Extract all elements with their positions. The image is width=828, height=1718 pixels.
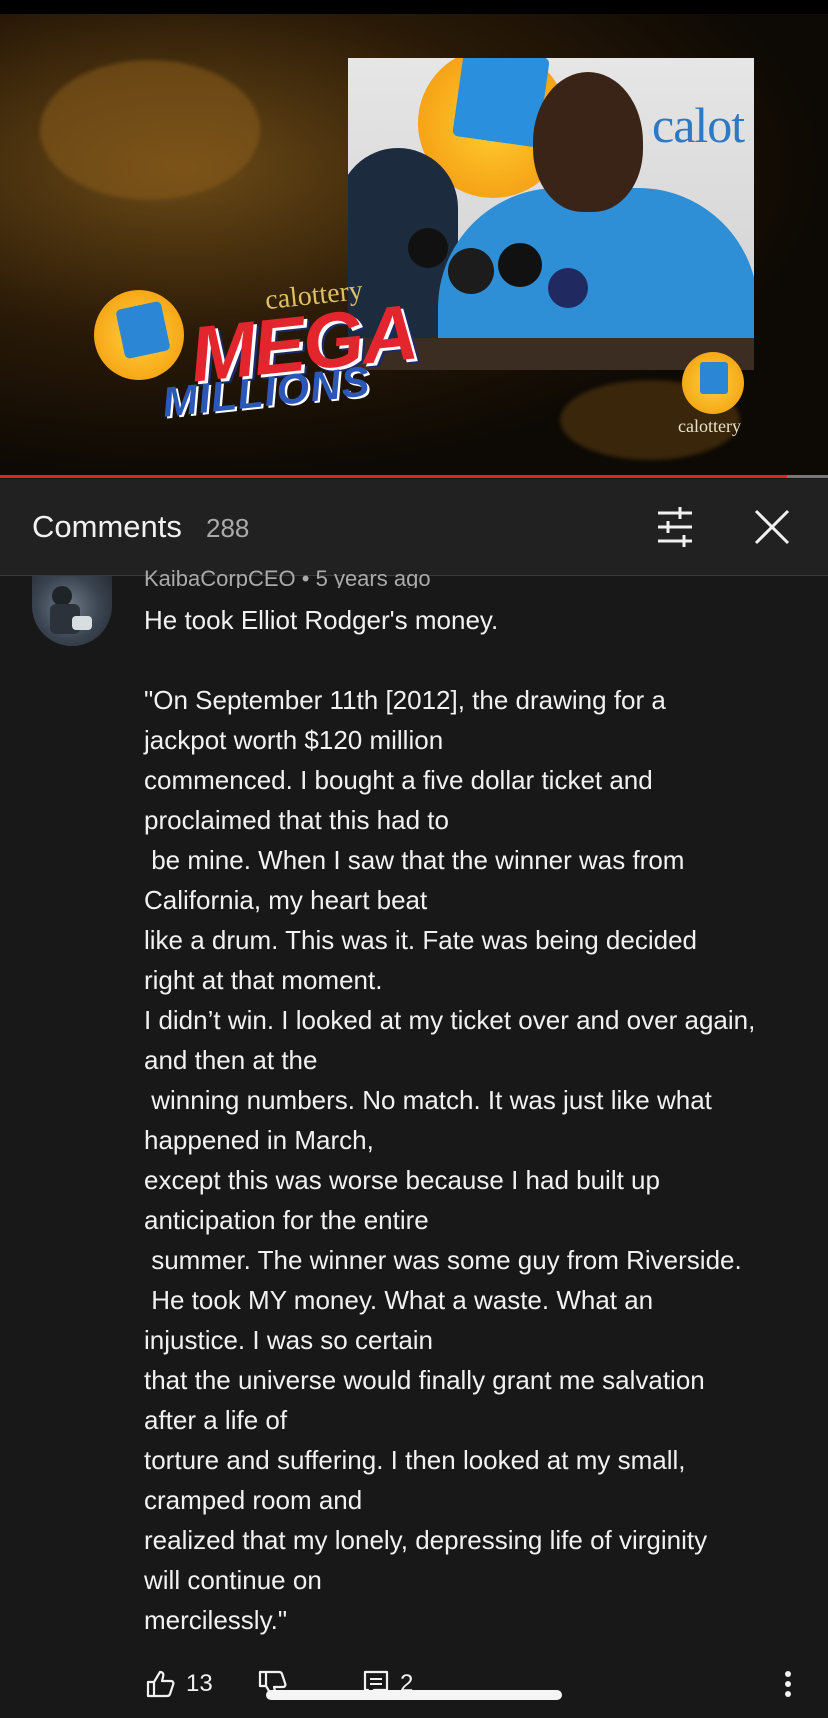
microphone	[448, 248, 494, 294]
mega-l-icon	[115, 300, 171, 360]
comment-line: after a life of	[144, 1405, 288, 1435]
comment-meta: KaibaCorpCEO • 5 years ago	[144, 566, 431, 588]
comments-count: 288	[206, 513, 250, 543]
comment-line: realized that my lonely, depressing life…	[144, 1525, 708, 1555]
meta-separator: •	[301, 566, 310, 588]
comment-line: and then at the	[144, 1045, 318, 1075]
video-player[interactable]: calot calottery MEGA MILLIONS calottery	[0, 0, 828, 478]
comments-title: Comments	[32, 509, 182, 544]
comment-author[interactable]: KaibaCorpCEO	[144, 566, 296, 588]
comment-line	[144, 640, 804, 680]
comment-line: that the universe would finally grant me…	[144, 1365, 705, 1395]
status-bar-strip	[0, 0, 828, 14]
comment-line: jackpot worth $120 million	[144, 725, 444, 755]
avatar-figure-icon	[50, 586, 92, 634]
comment-line: I didn’t win. I looked at my ticket over…	[144, 1005, 756, 1035]
corner-brand-text: calottery	[678, 416, 741, 436]
microphone	[498, 243, 542, 287]
comment-line: torture and suffering. I then looked at …	[144, 1445, 686, 1475]
comment-line: happened in March,	[144, 1125, 374, 1155]
microphone	[548, 268, 588, 308]
close-comments-button[interactable]	[748, 503, 796, 551]
sort-filter-button[interactable]	[650, 505, 700, 549]
more-options-button[interactable]	[782, 1664, 794, 1704]
comment-age: 5 years ago	[315, 566, 431, 588]
microphone	[408, 228, 448, 268]
background-glow	[40, 60, 260, 200]
avatar[interactable]	[32, 576, 112, 646]
comment-line: like a drum. This was it. Fate was being…	[144, 925, 698, 955]
comment-line: "On September 11th [2012], the drawing f…	[144, 685, 666, 715]
man-head	[533, 72, 643, 212]
comment-line: California, my heart beat	[144, 885, 428, 915]
comments-header: Comments 288	[0, 479, 828, 576]
comment-line: right at that moment.	[144, 965, 383, 995]
home-indicator[interactable]	[266, 1690, 562, 1700]
photo-brand-text: calot	[652, 97, 745, 153]
like-count: 13	[186, 1670, 213, 1697]
sliders-icon	[658, 507, 692, 547]
comment-line: injustice. I was so certain	[144, 1325, 434, 1355]
video-progress-bar[interactable]	[0, 475, 828, 478]
comment-line: winning numbers. No match. It was just l…	[144, 1085, 712, 1115]
comment-line: anticipation for the entire	[144, 1205, 429, 1235]
comment-line: proclaimed that this had to	[144, 805, 449, 835]
more-vertical-icon	[785, 1671, 791, 1697]
comment-line: will continue on	[144, 1565, 322, 1595]
close-icon	[754, 509, 790, 545]
corner-l-icon	[700, 362, 728, 394]
comment-line: He took Elliot Rodger's money.	[144, 605, 499, 635]
comment-text: He took Elliot Rodger's money. "On Septem…	[144, 600, 804, 1640]
comment-line: be mine. When I saw that the winner was …	[144, 845, 685, 875]
comment-line: He took MY money. What a waste. What an	[144, 1285, 654, 1315]
comment-actions: 13 2	[0, 1664, 828, 1708]
comment-line: except this was worse because I had buil…	[144, 1165, 660, 1195]
comment-line: cramped room and	[144, 1485, 363, 1515]
video-progress-fill	[0, 475, 787, 478]
comment-line: commenced. I bought a five dollar ticket…	[144, 765, 653, 795]
like-button[interactable]: 13	[144, 1664, 213, 1704]
comment-line: summer. The winner was some guy from Riv…	[144, 1245, 742, 1275]
thumbs-up-icon	[146, 1670, 175, 1698]
comment-line: mercilessly."	[144, 1605, 288, 1635]
